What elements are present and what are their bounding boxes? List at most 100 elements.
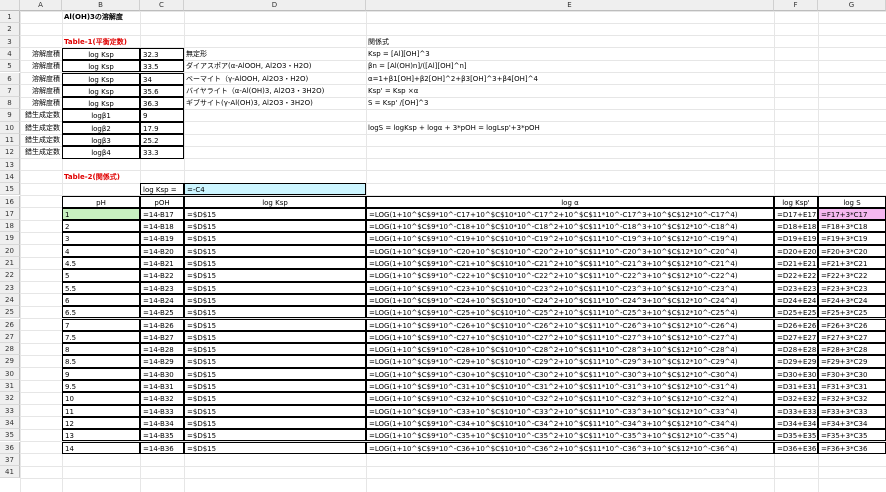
row-header[interactable]: 22 [0, 269, 20, 282]
table2-cell[interactable]: =14-B25 [140, 306, 184, 319]
table2-cell[interactable]: =14-B21 [140, 257, 184, 270]
table2-cell[interactable]: 13 [62, 429, 140, 442]
relation-formula[interactable]: logS = logKsp + logα + 3*pOH = logLsp'+3… [366, 122, 774, 134]
row-header[interactable]: 21 [0, 257, 20, 270]
table2-cell[interactable]: 4 [62, 244, 140, 257]
table2-cell[interactable]: 4.5 [62, 257, 140, 270]
row-header[interactable]: 3 [0, 35, 20, 48]
table2-cell[interactable]: =D30+E30 [774, 367, 818, 380]
constant-name[interactable]: logβ3 [62, 134, 140, 147]
table2-cell[interactable]: 1 [62, 207, 140, 221]
table2-cell[interactable]: =$D$15 [184, 404, 366, 417]
column-header[interactable]: B [62, 0, 140, 11]
table2-cell[interactable]: =F33+3*C33 [818, 404, 886, 417]
logksp-label[interactable]: log Ksp = [140, 183, 184, 196]
table2-cell[interactable]: =D29+E29 [774, 355, 818, 368]
table2-cell[interactable]: =LOG(1+10^$C$9*10^-C33+10^$C$10*10^-C33^… [366, 404, 774, 417]
table2-cell[interactable]: =$D$15 [184, 306, 366, 319]
table2-cell[interactable]: =14-B17 [140, 207, 184, 221]
constant-name[interactable]: log Ksp [62, 84, 140, 98]
row-header[interactable]: 15 [0, 183, 20, 196]
table2-cell[interactable]: =LOG(1+10^$C$9*10^-C21+10^$C$10*10^-C21^… [366, 257, 774, 270]
relation-formula[interactable]: Ksp' = Ksp ×α [366, 85, 774, 97]
table2-cell[interactable]: =LOG(1+10^$C$9*10^-C23+10^$C$10*10^-C23^… [366, 281, 774, 294]
row-header[interactable]: 37 [0, 453, 20, 467]
constant-name[interactable]: logβ1 [62, 109, 140, 122]
table2-cell[interactable]: =14-B23 [140, 281, 184, 294]
row-header[interactable]: 16 [0, 195, 20, 208]
table2-cell[interactable]: =LOG(1+10^$C$9*10^-C31+10^$C$10*10^-C31^… [366, 380, 774, 393]
relations-label[interactable]: 関係式 [366, 36, 774, 48]
table2-cell[interactable]: =14-B28 [140, 343, 184, 356]
table2-cell[interactable]: =F36+3*C36 [818, 441, 886, 454]
row-header[interactable]: 6 [0, 72, 20, 85]
table2-cell[interactable]: =$D$15 [184, 281, 366, 294]
constant-type[interactable]: 溶解度積 [20, 97, 62, 109]
table2-cell[interactable]: =D18+E18 [774, 220, 818, 233]
table2-cell[interactable]: 5 [62, 269, 140, 282]
table2-cell[interactable]: =F30+3*C30 [818, 367, 886, 380]
row-header[interactable]: 11 [0, 134, 20, 147]
table2-cell[interactable]: 11 [62, 404, 140, 417]
table2-cell[interactable]: =F31+3*C31 [818, 380, 886, 393]
table2-header[interactable]: log α [366, 195, 774, 208]
column-header[interactable]: D [184, 0, 366, 11]
table2-cell[interactable]: =14-B18 [140, 220, 184, 233]
table2-cell[interactable]: =$D$15 [184, 343, 366, 356]
row-header[interactable]: 33 [0, 404, 20, 417]
table2-cell[interactable]: =$D$15 [184, 429, 366, 442]
table2-cell[interactable]: =LOG(1+10^$C$9*10^-C24+10^$C$10*10^-C24^… [366, 293, 774, 307]
table2-cell[interactable]: 5.5 [62, 281, 140, 294]
table2-cell[interactable]: 3 [62, 232, 140, 245]
row-header[interactable]: 28 [0, 343, 20, 356]
table2-cell[interactable]: =14-B27 [140, 330, 184, 344]
constant-type[interactable]: 溶解度積 [20, 48, 62, 60]
table2-header[interactable]: pOH [140, 195, 184, 208]
constant-value[interactable]: 9 [140, 109, 184, 122]
table2-cell[interactable]: 9.5 [62, 380, 140, 393]
table2-cell[interactable]: =14-B33 [140, 404, 184, 417]
row-header[interactable]: 19 [0, 232, 20, 245]
constant-name[interactable]: log Ksp [62, 97, 140, 110]
constant-type[interactable]: 溶解度積 [20, 73, 62, 85]
row-header[interactable]: 32 [0, 392, 20, 405]
table2-cell[interactable]: =D19+E19 [774, 232, 818, 245]
constant-name[interactable]: logβ2 [62, 121, 140, 134]
constant-value[interactable]: 33.5 [140, 60, 184, 73]
constant-name[interactable]: log Ksp [62, 47, 140, 61]
corner-cell[interactable] [0, 0, 20, 11]
constant-value[interactable]: 36.3 [140, 97, 184, 110]
table2-cell[interactable]: =F34+3*C34 [818, 416, 886, 430]
table2-cell[interactable]: =F32+3*C32 [818, 392, 886, 405]
table1-label[interactable]: Table-1(平衡定数) [62, 36, 184, 48]
row-header[interactable]: 26 [0, 318, 20, 331]
table2-cell[interactable]: =F29+3*C29 [818, 355, 886, 368]
table2-cell[interactable]: =$D$15 [184, 244, 366, 257]
table2-cell[interactable]: =D20+E20 [774, 244, 818, 257]
constant-value[interactable]: 32.3 [140, 47, 184, 61]
table2-cell[interactable]: 12 [62, 416, 140, 430]
table2-cell[interactable]: =14-B29 [140, 355, 184, 368]
mineral-description[interactable]: ベーマイト（γ-AlOOH, Al2O3・H2O) [184, 73, 366, 85]
table2-cell[interactable]: =14-B32 [140, 392, 184, 405]
table2-cell[interactable]: =14-B19 [140, 232, 184, 245]
table2-cell[interactable]: =D24+E24 [774, 293, 818, 307]
table2-header[interactable]: log Ksp [184, 195, 366, 208]
row-header[interactable]: 2 [0, 23, 20, 36]
table2-cell[interactable]: =$D$15 [184, 416, 366, 430]
table2-cell[interactable]: =14-B30 [140, 367, 184, 380]
table2-cell[interactable]: =D31+E31 [774, 380, 818, 393]
row-header[interactable]: 8 [0, 97, 20, 110]
table2-cell[interactable]: =D33+E33 [774, 404, 818, 417]
table2-cell[interactable]: =14-B26 [140, 318, 184, 331]
row-header[interactable]: 5 [0, 60, 20, 73]
relation-formula[interactable]: βn = [Al(OH)n]/([Al][OH]^n] [366, 60, 774, 72]
table2-cell[interactable]: =F22+3*C22 [818, 269, 886, 282]
row-header[interactable]: 4 [0, 47, 20, 61]
table2-cell[interactable]: =F27+3*C27 [818, 330, 886, 344]
table2-header[interactable]: log Ksp' [774, 195, 818, 208]
table2-cell[interactable]: =$D$15 [184, 355, 366, 368]
constant-name[interactable]: logβ4 [62, 146, 140, 159]
table2-cell[interactable]: =LOG(1+10^$C$9*10^-C18+10^$C$10*10^-C18^… [366, 220, 774, 233]
table2-cell[interactable]: =F17+3*C17 [818, 207, 886, 221]
